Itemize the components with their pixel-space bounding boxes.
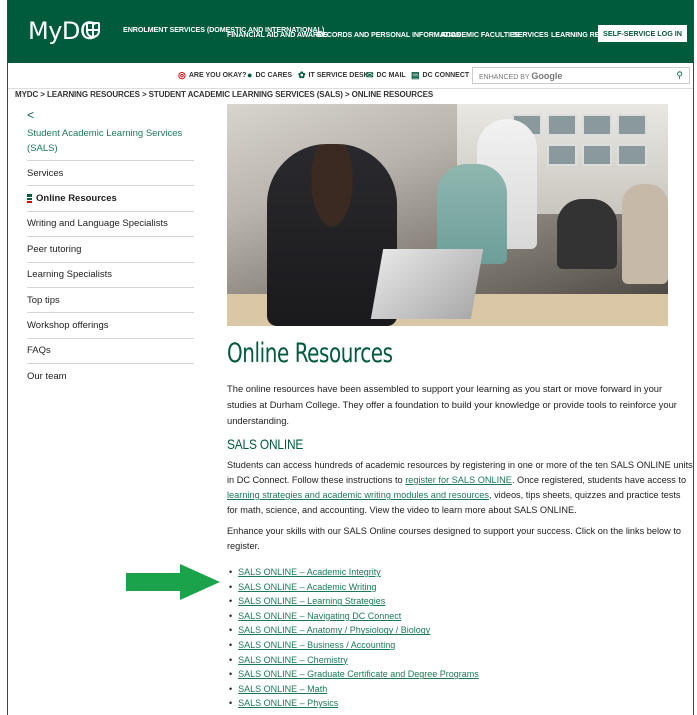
hero-wall-tile [617,114,647,136]
search-placeholder: ENHANCED BY Google [479,71,563,81]
list-item: SALS ONLINE – Learning Strategies [229,594,479,609]
sidebar-item-label: Top tips [27,294,60,306]
list-item: SALS ONLINE – Chemistry [229,653,479,668]
util-it-service-desk[interactable]: ✿ IT Service Desk [298,71,369,80]
section-title: SALS ONLINE [227,436,304,452]
sidebar-item-peer-tutoring[interactable]: Peer tutoring [27,236,194,261]
sidebar-item-our-team[interactable]: Our team [27,363,194,388]
nav-academic-faculties[interactable]: Academic Faculties [441,30,519,40]
sidebar-item-label: FAQs [27,345,51,357]
list-item: SALS ONLINE – Navigating DC Connect [229,609,479,624]
list-item: SALS ONLINE – Math [229,682,479,697]
sidebar-item-label: Online Resources [36,193,117,205]
list-item: SALS ONLINE – Academic Integrity [229,565,479,580]
sals-online-paragraph: Students can access hundreds of academic… [227,458,693,518]
link-physics[interactable]: SALS ONLINE – Physics [238,698,338,708]
link-navigating-dc-connect[interactable]: SALS ONLINE – Navigating DC Connect [238,611,401,621]
register-link[interactable]: register for SALS ONLINE [405,475,512,485]
list-item: SALS ONLINE – Academic Writing [229,580,479,595]
link-chemistry[interactable]: SALS ONLINE – Chemistry [238,655,348,665]
intro-paragraph: The online resources have been assembled… [227,383,677,426]
breadcrumb[interactable]: MYDC > LEARNING RESOURCES > STUDENT ACAD… [15,90,433,99]
sidebar-item-label: Learning Specialists [27,269,113,281]
nav-financial-aid[interactable]: Financial Aid and Awards [227,30,328,40]
hero-laptop [370,249,484,319]
utility-bar: ◎ Are you okay? ● DC Cares ✿ IT Service … [8,63,693,89]
list-item: SALS ONLINE – Anatomy / Physiology / Bio… [229,623,479,638]
enhance-paragraph: Enhance your skills with our SALS Online… [227,526,681,551]
envelope-icon: ✉ [366,70,374,80]
util-dc-connect[interactable]: ▤ DC Connect [411,71,469,80]
hero-image [227,104,668,326]
sidebar-item-label: Services [27,167,64,179]
sidebar-nav: Services Online Resources Writing and La… [27,160,194,389]
sidebar-item-label: Writing and Language Specialists [27,218,168,230]
sidebar-item-label: Our team [27,370,67,382]
util-label: DC Cares [255,72,292,79]
nav-records[interactable]: Records and Personal Information [317,30,461,40]
sidebar-item-faqs[interactable]: FAQs [27,337,194,363]
sidebar-item-top-tips[interactable]: Top tips [27,286,194,312]
link-academic-integrity[interactable]: SALS ONLINE – Academic Integrity [238,567,381,577]
nav-services[interactable]: Services [513,30,549,40]
self-service-login-button[interactable]: Self-Service Log In [598,25,687,42]
speech-bubble-icon: ● [247,70,253,80]
sidebar-item-label: Workshop offerings [27,320,109,332]
shield-logo-icon [86,22,100,38]
search-icon[interactable]: ⚲ [676,70,683,81]
current-page-marker-icon [27,194,32,204]
hero-person [557,199,617,269]
link-learning-strategies[interactable]: SALS ONLINE – Learning Strategies [238,596,385,606]
link-business-accounting[interactable]: SALS ONLINE – Business / Accounting [238,640,395,650]
hero-wall-tile [547,114,577,136]
sals-online-links: SALS ONLINE – Academic Integrity SALS ON… [229,565,479,711]
list-item: SALS ONLINE – Graduate Certificate and D… [229,667,479,682]
util-label: Are you okay? [188,72,247,79]
util-label: DC Mail [376,72,406,79]
link-math[interactable]: SALS ONLINE – Math [238,684,327,694]
back-chevron-icon[interactable]: < [27,108,34,122]
util-label: IT Service Desk [308,72,369,79]
sidebar-item-online-resources[interactable]: Online Resources [27,185,194,210]
link-academic-writing[interactable]: SALS ONLINE – Academic Writing [238,582,376,592]
gear-icon: ✿ [298,70,306,80]
site-header: MyDC Enrolment Services (Domestic and In… [8,0,693,63]
util-label: DC Connect [422,72,470,79]
pointer-arrow-icon [126,564,220,600]
util-dc-cares[interactable]: ● DC Cares [247,71,292,80]
util-dc-mail[interactable]: ✉ DC Mail [366,71,406,80]
sidebar-item-services[interactable]: Services [27,160,194,185]
list-item: SALS ONLINE – Business / Accounting [229,638,479,653]
hero-wall-tile [582,114,612,136]
link-graduate-certificate[interactable]: SALS ONLINE – Graduate Certificate and D… [238,669,479,679]
list-item: SALS ONLINE – Physics [229,696,479,711]
search-input[interactable]: ENHANCED BY Google ⚲ [472,67,690,84]
connect-icon: ▤ [411,70,420,80]
sidebar-item-label: Peer tutoring [27,243,82,255]
util-are-you-okay[interactable]: ◎ Are you okay? [178,71,246,80]
sidebar-item-workshops[interactable]: Workshop offerings [27,312,194,337]
hero-person [622,184,668,284]
sidebar-item-writing-language[interactable]: Writing and Language Specialists [27,210,194,236]
page-title: Online Resources [227,338,393,369]
link-anatomy-physiology-biology[interactable]: SALS ONLINE – Anatomy / Physiology / Bio… [238,625,430,635]
hero-wall-tile [582,144,612,166]
page-frame: MyDC Enrolment Services (Domestic and In… [7,0,694,715]
sidebar-item-learning-specialists[interactable]: Learning Specialists [27,261,194,287]
lifebuoy-icon: ◎ [178,70,186,80]
hero-wall-tile [617,144,647,166]
paragraph-text: . Once registered, students have access … [511,475,687,485]
sidebar-title[interactable]: Student Academic Learning Services (SALS… [27,126,187,156]
strategies-modules-link[interactable]: learning strategies and academic writing… [227,490,489,500]
hero-wall-tile [547,144,577,166]
